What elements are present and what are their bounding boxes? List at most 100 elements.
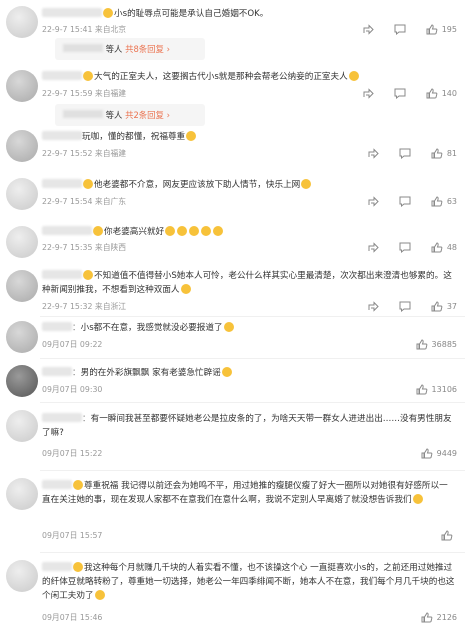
comment-time: 09月07日 15:57 [42, 531, 103, 540]
like-count: 81 [446, 149, 457, 158]
comment-item: 大气的正室夫人，这要搁古代小s就是那种会帮老公纳妾的正室夫人 22-9-7 15… [0, 64, 465, 126]
share-icon[interactable] [362, 88, 374, 99]
avatar[interactable] [6, 6, 38, 38]
comment-item: 不知道值不值得替小S她本人可怜，老公什么样其实心里最清楚，次次都出来澄清也够累的… [0, 264, 465, 320]
like-button[interactable]: 37 [431, 301, 457, 312]
like-button[interactable]: 195 [426, 24, 457, 35]
like-button[interactable]: 36885 [416, 339, 457, 350]
comment-location: 来自北京 [94, 25, 127, 34]
share-icon[interactable] [367, 148, 379, 159]
comment-location: 来自浙江 [94, 302, 127, 311]
divider [40, 552, 465, 553]
like-button[interactable]: 63 [431, 196, 457, 207]
comment-icon[interactable] [399, 196, 411, 207]
like-icon [431, 301, 443, 312]
share-icon[interactable] [367, 242, 379, 253]
comment-text: 小s的耻辱点可能是承认自己婚姻不OK。 [114, 9, 269, 19]
comment-icon[interactable] [394, 88, 406, 99]
comment-item: ：小s都不在意，我感觉就没必要报道了 09月07日 09:22 36885 [0, 318, 465, 358]
comment-item: 尊重祝福 我记得以前还会为她鸣不平，用过她推的瘦腿仪瘦了好大一圈所以对她很有好感… [0, 474, 465, 548]
divider [40, 402, 465, 403]
avatar[interactable] [6, 178, 38, 210]
comment-text: 玩咖，懂的都懂，祝福尊重 [82, 132, 186, 142]
like-button[interactable]: 13106 [416, 384, 457, 395]
like-count: 36885 [431, 340, 457, 349]
avatar[interactable] [6, 410, 38, 442]
comment-icon[interactable] [399, 242, 411, 253]
like-count: 63 [446, 197, 457, 206]
like-count: 195 [441, 25, 457, 34]
like-button[interactable]: 81 [431, 148, 457, 159]
comment-text: 大气的正室夫人，这要搁古代小s就是那种会帮老公纳妾的正室夫人 [94, 72, 348, 82]
like-count: 9449 [436, 449, 457, 458]
like-button[interactable]: 48 [431, 242, 457, 253]
comment-item: 玩咖，懂的都懂，祝福尊重 22-9-7 15:52 来自福建 81 [0, 124, 465, 170]
like-icon [426, 24, 438, 35]
avatar[interactable] [6, 560, 38, 592]
like-count: 48 [446, 243, 457, 252]
comment-icon[interactable] [399, 301, 411, 312]
comment-item: ：有一瞬间我甚至都要怀疑她老公是拉皮条的了，为啥天天带一群女人进进出出……没有男… [0, 408, 465, 468]
avatar[interactable] [6, 70, 38, 102]
like-icon [426, 88, 438, 99]
comment-text: 你老婆高兴就好 [104, 227, 165, 237]
like-icon [431, 242, 443, 253]
comment-item: 你老婆高兴就好 22-9-7 15:35 来自陕西 48 [0, 220, 465, 266]
comment-icon[interactable] [394, 24, 406, 35]
divider [40, 358, 465, 359]
comment-time: 22-9-7 15:32 [42, 302, 93, 311]
avatar[interactable] [6, 321, 38, 353]
like-count: 37 [446, 302, 457, 311]
avatar[interactable] [6, 478, 38, 510]
like-icon [431, 148, 443, 159]
comment-location: 来自广东 [94, 197, 127, 206]
comment-text: 不知道值不值得替小S她本人可怜，老公什么样其实心里最清楚，次次都出来澄清也够累的… [42, 271, 452, 295]
divider [40, 316, 465, 317]
reply-summary[interactable]: 等人 共2条回复 › [55, 104, 205, 126]
avatar[interactable] [6, 270, 38, 302]
like-button[interactable]: 140 [426, 88, 457, 99]
like-icon [416, 384, 428, 395]
comment-item: 小s的耻辱点可能是承认自己婚姻不OK。 22-9-7 15:41 来自北京 19… [0, 0, 465, 64]
comment-item: ：男的在外彩旗飘飘 家有老婆急忙辟谣 09月07日 09:30 13106 [0, 362, 465, 402]
comment-text: 小s都不在意，我感觉就没必要报道了 [80, 323, 223, 333]
share-icon[interactable] [367, 196, 379, 207]
like-icon [421, 448, 433, 459]
avatar[interactable] [6, 226, 38, 258]
share-icon[interactable] [367, 301, 379, 312]
divider [40, 470, 465, 471]
comment-text: 尊重祝福 我记得以前还会为她鸣不平，用过她推的瘦腿仪瘦了好大一圈所以对她很有好感… [42, 481, 448, 505]
reply-count-link[interactable]: 共2条回复 [125, 110, 164, 120]
comment-time: 22-9-7 15:54 [42, 197, 93, 206]
like-icon [441, 530, 453, 541]
comment-location: 来自福建 [94, 89, 127, 98]
comment-time: 09月07日 09:30 [42, 385, 103, 394]
comment-location: 来自陕西 [94, 243, 127, 252]
comment-time: 22-9-7 15:41 [42, 25, 93, 34]
comment-icon[interactable] [399, 148, 411, 159]
comment-time: 22-9-7 15:52 [42, 149, 93, 158]
comment-item: 我这种每个月就赚几千块的人着实看不懂，也不该操这个心 一直挺喜欢小s的，之前还用… [0, 556, 465, 640]
like-icon [416, 339, 428, 350]
like-button[interactable] [441, 530, 457, 541]
comment-time: 22-9-7 15:59 [42, 89, 93, 98]
comment-text: 男的在外彩旗飘飘 家有老婆急忙辟谣 [80, 368, 221, 378]
like-icon [421, 612, 433, 623]
avatar[interactable] [6, 365, 38, 397]
comment-item: 他老婆都不介意，网友更应该放下助人情节，快乐上网 22-9-7 15:54 来自… [0, 172, 465, 218]
comment-time: 09月07日 15:22 [42, 449, 103, 458]
like-count: 13106 [431, 385, 457, 394]
comment-text: 有一瞬间我甚至都要怀疑她老公是拉皮条的了，为啥天天带一群女人进进出出……没有男性… [42, 414, 452, 438]
reply-count-link[interactable]: 共8条回复 [125, 44, 164, 54]
comment-time: 09月07日 15:46 [42, 613, 103, 622]
comment-time: 22-9-7 15:35 [42, 243, 93, 252]
avatar[interactable] [6, 130, 38, 162]
comment-text: 他老婆都不介意，网友更应该放下助人情节，快乐上网 [94, 180, 301, 190]
comment-time: 09月07日 09:22 [42, 340, 103, 349]
comment-location: 来自福建 [94, 149, 127, 158]
like-count: 2126 [436, 613, 457, 622]
share-icon[interactable] [362, 24, 374, 35]
like-button[interactable]: 9449 [421, 448, 457, 459]
reply-summary[interactable]: 等人 共8条回复 › [55, 38, 205, 60]
like-button[interactable]: 2126 [421, 612, 457, 623]
